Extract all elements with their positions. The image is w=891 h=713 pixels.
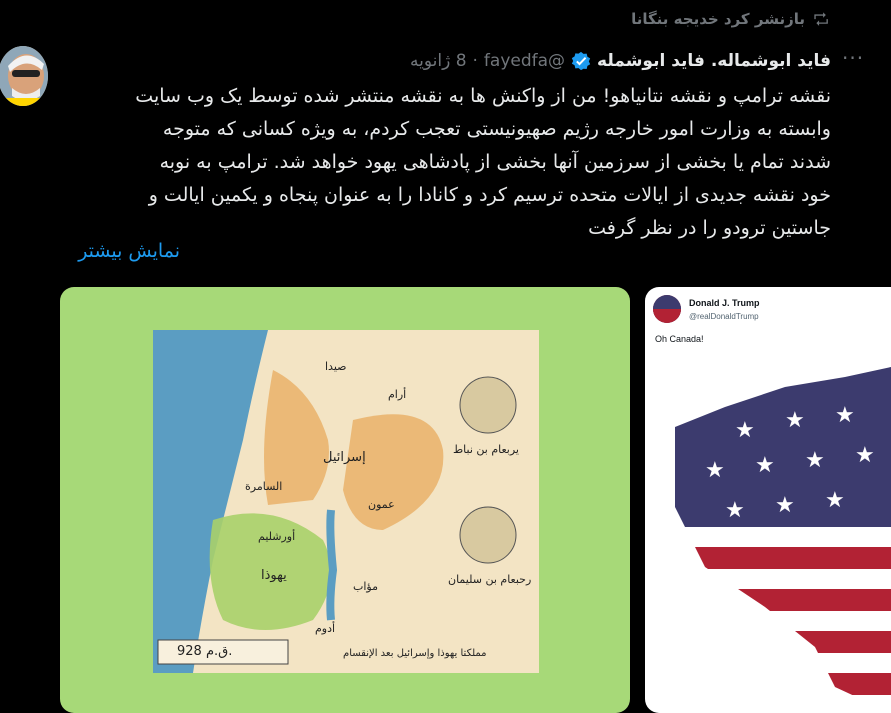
kingdoms-map: صيدا أرام يربعام بن نباط إسرائيل السامرة…	[153, 330, 539, 673]
svg-text:★: ★	[775, 493, 795, 518]
tweet-header: فاید ابوشماله. فاید ابوشمله @fayedfa · 8…	[62, 46, 831, 76]
trump-avatar	[653, 295, 681, 323]
svg-text:★: ★	[855, 443, 875, 468]
map-label-sidon: صيدا	[325, 360, 347, 373]
trump-tweet-image[interactable]: Donald J. Trump @realDonaldTrump Oh Cana…	[645, 287, 891, 713]
map-year: 928 ق.م.	[177, 644, 233, 659]
svg-text:★: ★	[805, 448, 825, 473]
svg-text:★: ★	[785, 408, 805, 433]
map-label-jerusalem: أورشليم	[258, 530, 296, 543]
repost-icon	[814, 12, 828, 26]
svg-text:★: ★	[835, 403, 855, 428]
svg-text:★: ★	[705, 458, 725, 483]
tweet-text: نقشه ترامپ و نقشه نتانیاهو! من از واکنش …	[135, 85, 831, 239]
map-image[interactable]: صيدا أرام يربعام بن نباط إسرائيل السامرة…	[60, 287, 630, 713]
map-label-edom: أدوم	[315, 622, 336, 635]
repost-indicator[interactable]: بازنشر کرد خدیجه بنگانا	[631, 10, 831, 28]
map-label-aram: أرام	[388, 388, 407, 401]
map-label-ammon: عمون	[368, 498, 395, 511]
map-label-samaria: السامرة	[245, 480, 283, 493]
embedded-tweet-text: Oh Canada!	[655, 334, 704, 344]
embedded-author-handle: @realDonaldTrump	[689, 312, 759, 321]
tweet-date[interactable]: 8 ژانویه	[410, 51, 467, 71]
author-handle[interactable]: @fayedfa	[484, 51, 565, 71]
map-label-israel: إسرائيل	[323, 450, 366, 465]
us-flag-map: ★ ★ ★ ★ ★ ★ ★ ★ ★ ★	[675, 367, 891, 713]
author-name[interactable]: فاید ابوشماله. فاید ابوشمله	[597, 51, 831, 71]
separator-dot: ·	[472, 51, 478, 71]
svg-text:★: ★	[755, 453, 775, 478]
map-label-jeroboam: يربعام بن نباط	[453, 443, 519, 456]
map-label-rehoboam: رحبعام بن سليمان	[448, 573, 532, 586]
embedded-author-name: Donald J. Trump	[689, 298, 760, 308]
show-more-link[interactable]: نمایش بیشتر	[78, 240, 180, 262]
svg-text:★: ★	[825, 488, 845, 513]
repost-label: بازنشر کرد خدیجه بنگانا	[631, 10, 805, 28]
map-label-moab: مؤاب	[353, 580, 378, 593]
more-options-icon[interactable]: ···	[842, 46, 864, 70]
map-caption: مملكتا يهوذا وإسرائيل بعد الإنقسام	[343, 648, 487, 659]
svg-text:★: ★	[725, 498, 745, 523]
svg-text:★: ★	[735, 418, 755, 443]
verified-badge-icon	[571, 51, 591, 71]
map-label-judah: يهوذا	[261, 568, 287, 583]
